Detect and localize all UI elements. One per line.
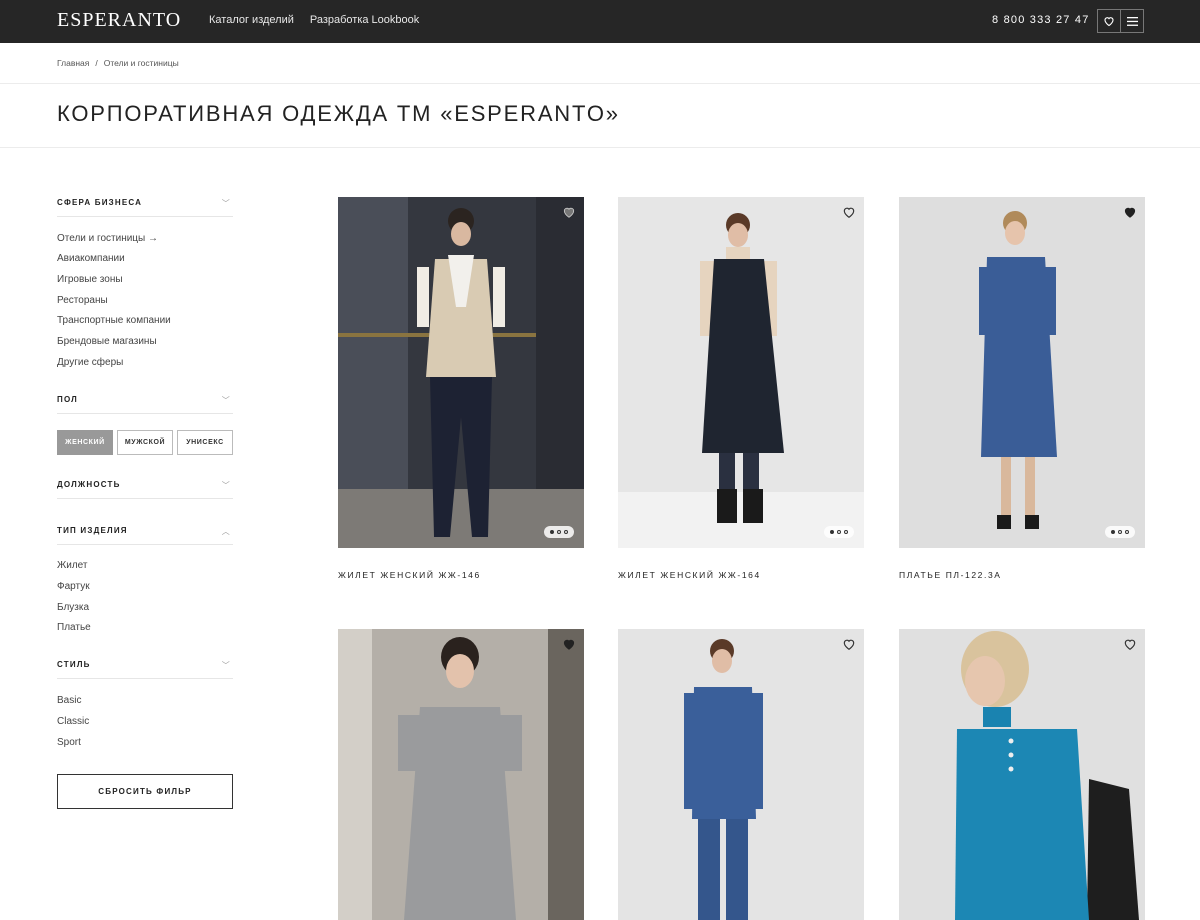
image-pagination[interactable] — [824, 526, 854, 538]
heart-icon[interactable] — [1123, 637, 1137, 651]
product-image — [618, 197, 864, 548]
product-photo[interactable] — [618, 629, 864, 920]
nav-catalog[interactable]: Каталог изделий — [209, 14, 294, 26]
reset-filter-button[interactable]: СБРОСИТЬ ФИЛЬР — [57, 774, 233, 809]
divider — [0, 83, 1200, 84]
gender-male-button[interactable]: МУЖСКОЙ — [117, 430, 173, 455]
menu-button[interactable] — [1120, 9, 1144, 33]
divider — [57, 678, 233, 679]
filter-business-transport[interactable]: Транспортные компании — [57, 315, 171, 326]
filter-business-header[interactable]: СФЕРА БИЗНЕСА ﹀ — [57, 198, 233, 208]
filter-title: СТИЛЬ — [57, 660, 91, 669]
filter-title: ДОЛЖНОСТЬ — [57, 480, 121, 489]
divider — [57, 498, 233, 499]
filter-title: СФЕРА БИЗНЕСА — [57, 198, 143, 207]
divider — [57, 216, 233, 217]
image-pagination[interactable] — [544, 526, 574, 538]
heart-icon[interactable] — [842, 205, 856, 219]
product-image — [338, 197, 584, 548]
heart-icon[interactable] — [842, 637, 856, 651]
filter-style-header[interactable]: СТИЛЬ ﹀ — [57, 660, 233, 670]
filter-title: ТИП ИЗДЕЛИЯ — [57, 526, 128, 535]
filter-type-dress[interactable]: Платье — [57, 622, 91, 633]
filter-business-gaming[interactable]: Игровые зоны — [57, 274, 123, 285]
breadcrumb-current[interactable]: Отели и гостиницы — [104, 58, 179, 68]
top-bar: ESPERANTO Каталог изделий Разработка Loo… — [0, 0, 1200, 43]
product-photo[interactable] — [338, 197, 584, 548]
product-photo[interactable] — [899, 629, 1145, 920]
filter-type-apron[interactable]: Фартук — [57, 581, 90, 592]
product-image — [618, 629, 864, 920]
chevron-down-icon: ﹀ — [221, 396, 231, 405]
filter-position-header[interactable]: ДОЛЖНОСТЬ ﹀ — [57, 480, 233, 490]
main-nav: Каталог изделий Разработка Lookbook — [209, 14, 419, 26]
chevron-down-icon: ﹀ — [221, 661, 231, 670]
divider — [57, 413, 233, 414]
filter-type-blouse[interactable]: Блузка — [57, 602, 89, 613]
filter-business-other[interactable]: Другие сферы — [57, 357, 123, 368]
filter-gender-header[interactable]: ПОЛ ﹀ — [57, 395, 233, 405]
divider — [0, 147, 1200, 148]
heart-icon — [1104, 17, 1114, 27]
heart-icon[interactable] — [562, 205, 576, 219]
product-image — [899, 197, 1145, 548]
product-photo[interactable] — [338, 629, 584, 920]
divider — [57, 544, 233, 545]
gender-female-button[interactable]: ЖЕНСКИЙ — [57, 430, 113, 455]
breadcrumb: Главная / Отели и гостиницы — [57, 58, 179, 68]
breadcrumb-separator: / — [95, 58, 98, 68]
filter-style-classic[interactable]: Classic — [57, 716, 89, 727]
filter-business-brand-stores[interactable]: Брендовые магазины — [57, 336, 157, 347]
heart-icon[interactable] — [562, 637, 576, 651]
hamburger-icon — [1126, 16, 1138, 26]
filter-style-sport[interactable]: Sport — [57, 737, 81, 748]
filter-business-restaurants[interactable]: Рестораны — [57, 295, 108, 306]
product-image — [899, 629, 1145, 920]
nav-lookbook[interactable]: Разработка Lookbook — [310, 14, 419, 26]
chevron-down-icon: ﹀ — [221, 481, 231, 490]
filter-type-header[interactable]: ТИП ИЗДЕЛИЯ ︿ — [57, 526, 233, 536]
logo[interactable]: ESPERANTO — [57, 9, 181, 32]
filter-style-basic[interactable]: Basic — [57, 695, 81, 706]
favorites-button[interactable] — [1097, 9, 1121, 33]
product-title[interactable]: ПЛАТЬЕ ПЛ-122.3А — [899, 570, 1002, 580]
chevron-up-icon: ︿ — [221, 527, 231, 536]
product-title[interactable]: ЖИЛЕТ ЖЕНСКИЙ ЖЖ-164 — [618, 570, 761, 580]
heart-icon[interactable] — [1123, 205, 1137, 219]
chevron-down-icon: ﹀ — [221, 199, 231, 208]
product-photo[interactable] — [618, 197, 864, 548]
product-image — [338, 629, 584, 920]
product-photo[interactable] — [899, 197, 1145, 548]
gender-unisex-button[interactable]: УНИСЕКС — [177, 430, 233, 455]
breadcrumb-home[interactable]: Главная — [57, 58, 89, 68]
filter-type-vest[interactable]: Жилет — [57, 560, 87, 571]
filter-title: ПОЛ — [57, 395, 78, 404]
filter-business-airlines[interactable]: Авиакомпании — [57, 253, 125, 264]
phone-number[interactable]: 8 800 333 27 47 — [992, 14, 1090, 26]
page-title: КОРПОРАТИВНАЯ ОДЕЖДА ТМ «ESPERANTO» — [57, 101, 620, 126]
product-title[interactable]: ЖИЛЕТ ЖЕНСКИЙ ЖЖ-146 — [338, 570, 481, 580]
filter-business-hotels[interactable]: Отели и гостиницы → — [57, 233, 158, 244]
image-pagination[interactable] — [1105, 526, 1135, 538]
